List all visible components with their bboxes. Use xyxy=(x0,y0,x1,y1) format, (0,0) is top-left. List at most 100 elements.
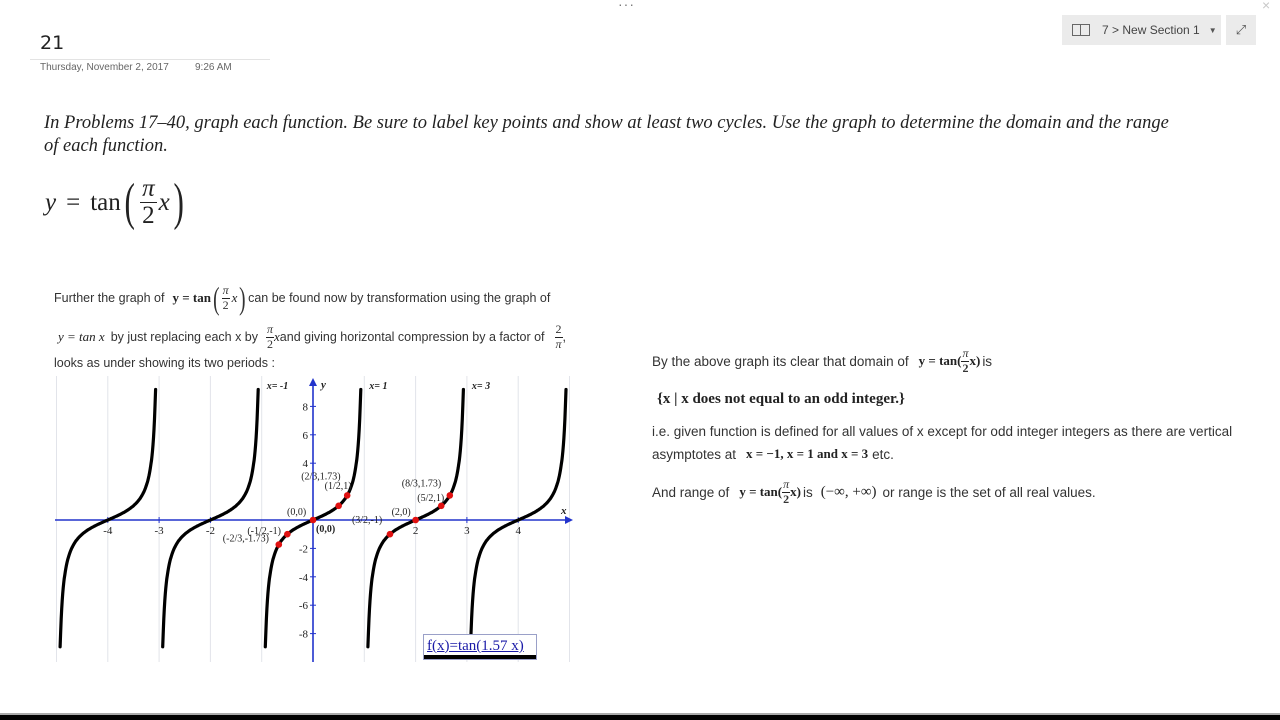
paren-open: ( xyxy=(213,280,220,316)
inline-fraction: π 2 xyxy=(782,477,791,506)
key-point-label: (-2/3,-1.73) xyxy=(223,534,269,545)
key-point xyxy=(386,530,394,538)
key-point-label: (2,0) xyxy=(392,507,411,518)
explanation-line-1: Further the graph of y = tan ( π 2 x ) c… xyxy=(54,282,550,314)
close-button[interactable]: × xyxy=(1262,0,1270,13)
fraction-denominator: 2 xyxy=(267,336,273,351)
eq-denominator: 2 xyxy=(142,202,155,230)
title-divider xyxy=(30,59,270,60)
fraction-numerator: π xyxy=(782,477,791,493)
domain-set: {x | x does not equal to an odd integer.… xyxy=(657,391,905,407)
conclusion-text: is xyxy=(982,353,993,369)
conclusion-text: etc. xyxy=(872,446,894,462)
eq-numerator: π xyxy=(140,175,157,204)
key-point-label: (3/2,-1) xyxy=(352,515,382,526)
asymptote-label: x= -1 xyxy=(266,381,289,392)
ie-line-1: i.e. given function is defined for all v… xyxy=(652,424,1233,439)
notebook-icon xyxy=(1072,24,1090,36)
key-point-label: (1/2,1) xyxy=(325,481,352,492)
y-tick-label: -8 xyxy=(299,629,309,641)
fraction-numerator: 2 xyxy=(554,322,563,338)
origin-label: (0,0) xyxy=(316,524,335,535)
range-interval: (−∞, +∞) xyxy=(820,483,877,500)
chevron-down-icon: ▼ xyxy=(1208,25,1217,35)
fraction-denominator: 2 xyxy=(962,360,969,375)
fraction-numerator: π xyxy=(221,283,230,299)
inline-equation-end: x) xyxy=(790,484,801,499)
key-point xyxy=(284,530,291,538)
key-point-label: (8/3,1.73) xyxy=(402,478,441,489)
fraction-denominator: π xyxy=(555,336,562,351)
conclusion-text: asymptotes at xyxy=(652,446,737,462)
explanation-line-3: looks as under showing its two periods : xyxy=(54,356,275,370)
eq-equals: = xyxy=(66,188,81,216)
eq-lhs: y xyxy=(45,188,57,216)
y-axis-label: y xyxy=(319,379,326,391)
range-line: And range of y = tan( π 2 x) is (−∞, +∞)… xyxy=(652,476,1096,508)
key-point xyxy=(343,492,351,499)
paren-close: ) xyxy=(239,280,246,316)
expand-button[interactable]: ⤢ xyxy=(1226,15,1256,45)
explanation-text: Further the graph of xyxy=(54,291,165,305)
explanation-text: and giving horizontal compression by a f… xyxy=(279,330,545,344)
eq-paren-close: ) xyxy=(173,173,184,231)
key-point xyxy=(412,516,419,524)
key-point xyxy=(275,541,283,548)
x-tick-label: -3 xyxy=(155,525,165,537)
key-point xyxy=(335,502,342,510)
fraction-numerator: π xyxy=(266,322,275,338)
explanation-line-2: y = tan x by just replacing each x by π … xyxy=(58,320,566,354)
legend-swatch xyxy=(424,655,536,659)
y-tick-label: 6 xyxy=(303,430,309,442)
x-tick-label: -4 xyxy=(103,525,113,537)
y-axis-arrow xyxy=(309,378,317,386)
eq-fraction: π 2 xyxy=(140,175,157,230)
more-options-button[interactable]: ··· xyxy=(618,0,635,12)
x-tick-label: 2 xyxy=(413,525,419,537)
conclusion-text: is xyxy=(802,484,813,500)
inline-equation-end: x) xyxy=(969,353,981,368)
eq-paren-open: ( xyxy=(124,173,135,231)
problem-instructions: In Problems 17–40, graph each function. … xyxy=(44,113,1169,156)
expand-icon: ⤢ xyxy=(1235,22,1247,37)
key-point-label: (2/3,1.73) xyxy=(301,471,340,482)
eq-var: x xyxy=(158,188,170,216)
conclusion-text: or range is the set of all real values. xyxy=(882,484,1096,500)
asymptote-label: x= 3 xyxy=(471,381,490,392)
notebook-section-selector[interactable]: 7 > New Section 1 ▼ xyxy=(1062,15,1221,45)
inline-equation: y = tan x xyxy=(58,329,105,344)
tan-graph: -4 -3 -2 2 3 4 8 6 4 -2 -4 -6 -8 x y x= -1 x= 1 x= 3 (0,0)… xyxy=(55,376,573,662)
x-tick-label: 4 xyxy=(515,525,521,537)
x-tick-label: -2 xyxy=(206,525,215,537)
fraction-denominator: 2 xyxy=(783,491,790,506)
conclusion-text: And range of xyxy=(652,484,730,500)
inline-var: x xyxy=(231,290,238,305)
y-tick-label: -4 xyxy=(299,572,309,584)
y-tick-label: -2 xyxy=(299,543,308,555)
comma: , xyxy=(562,330,567,344)
explanation-text: by just replacing each x by xyxy=(110,330,258,344)
x-tick-label: 3 xyxy=(464,525,470,537)
key-point xyxy=(446,492,454,499)
asymptote-equations: x = −1, x = 1 and x = 3 xyxy=(746,446,869,461)
problem-equation: y = tan ( π 2 x ) xyxy=(45,173,187,231)
y-tick-label: -6 xyxy=(299,600,309,612)
y-tick-label: 8 xyxy=(303,401,309,413)
page-title[interactable]: 21 xyxy=(40,32,64,54)
inline-fraction: π 2 xyxy=(221,283,230,312)
key-point-label: (5/2,1) xyxy=(417,493,444,504)
key-point xyxy=(309,516,317,524)
inline-fraction: π 2 xyxy=(266,322,275,351)
eq-fn: tan xyxy=(90,188,121,216)
inline-equation: y = tan xyxy=(172,290,211,305)
inline-equation: y = tan( xyxy=(739,484,783,499)
taskbar-edge xyxy=(0,715,1280,720)
fraction-denominator: 2 xyxy=(222,297,229,312)
page-time: 9:26 AM xyxy=(195,62,232,73)
ie-line-2: asymptotes at x = −1, x = 1 and x = 3 et… xyxy=(652,446,894,462)
fraction-numerator: π xyxy=(961,346,970,362)
inline-fraction: π 2 xyxy=(961,346,970,375)
inline-fraction: 2 π xyxy=(554,322,563,351)
page-date: Thursday, November 2, 2017 xyxy=(40,62,169,73)
conclusion-text: By the above graph its clear that domain… xyxy=(652,353,909,369)
